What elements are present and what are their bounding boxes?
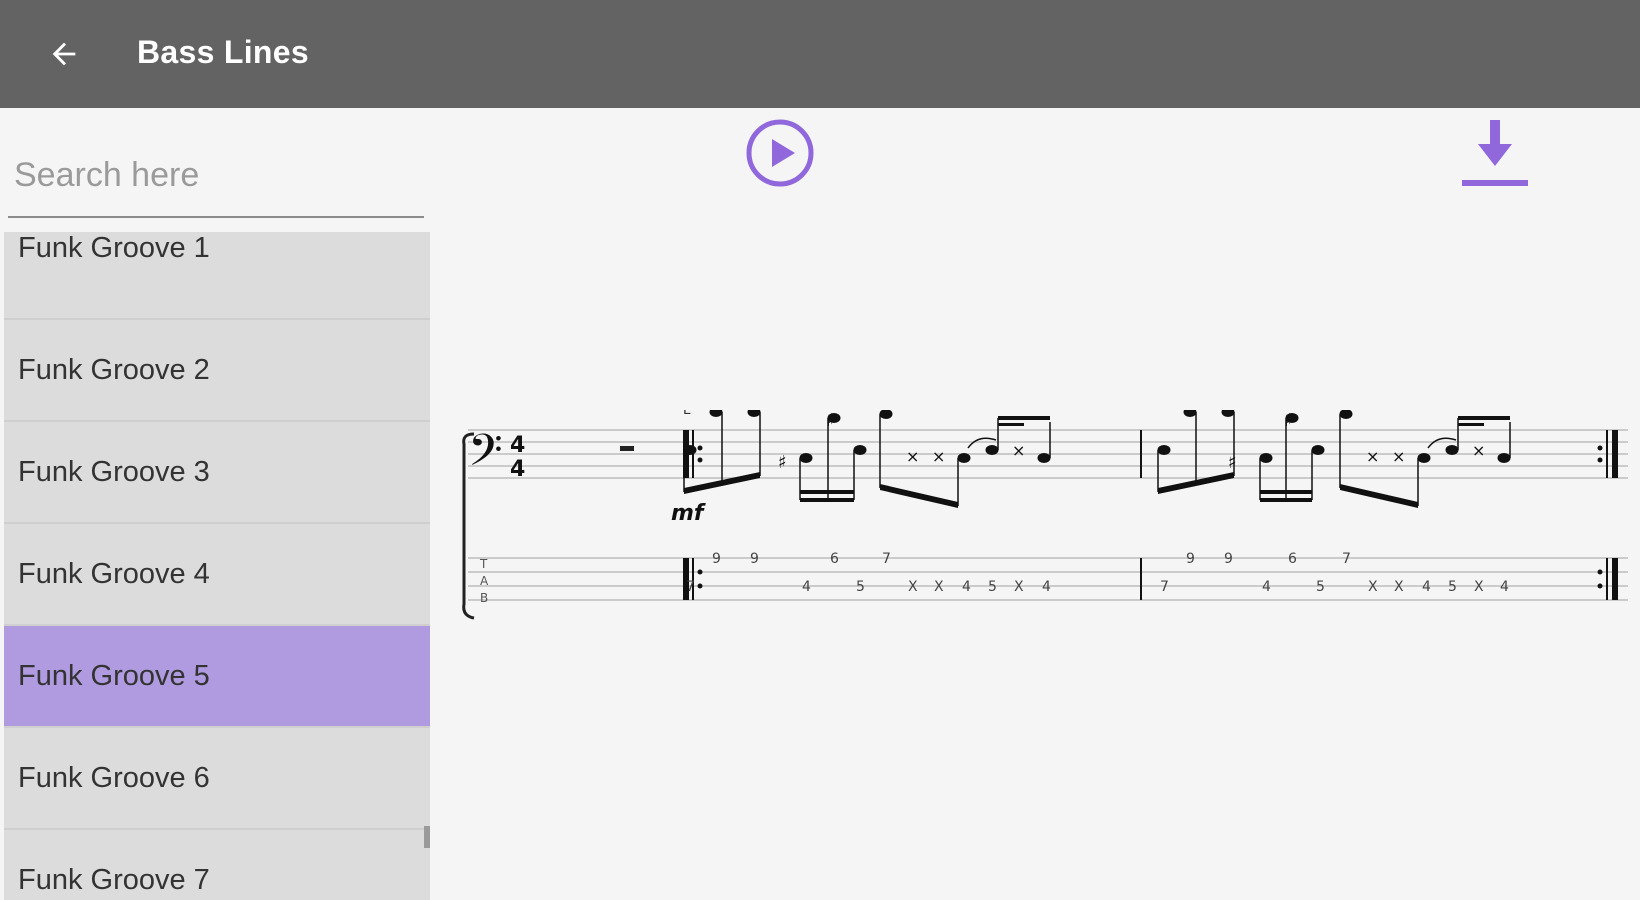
list-item-label: Funk Groove 1 [18, 232, 210, 264]
tab-number: X [1394, 579, 1404, 595]
svg-text:×: × [906, 447, 919, 466]
tab-number: 4 [1500, 579, 1509, 595]
tab-number: 4 [1042, 579, 1051, 595]
list-item[interactable]: Funk Groove 3 [4, 422, 430, 524]
list-item[interactable]: Funk Groove 6 [4, 728, 430, 830]
svg-text:×: × [1472, 441, 1485, 460]
notes-measure-2: ♯ ♯ × × × [1157, 410, 1511, 508]
tab-number: 5 [988, 579, 997, 595]
tab-number: X [934, 579, 944, 595]
svg-text:×: × [1366, 447, 1379, 466]
tab-number: 6 [1288, 551, 1297, 567]
repeat-end [1597, 430, 1618, 600]
tab-number: X [1474, 579, 1484, 595]
svg-text:×: × [1012, 441, 1025, 460]
search-input[interactable] [12, 146, 416, 204]
list-item-label: Funk Groove 4 [18, 558, 210, 590]
tab-number: 4 [962, 579, 971, 595]
list-item-selected[interactable]: Funk Groove 5 [4, 626, 430, 728]
time-signature-top: 4 [510, 433, 525, 458]
play-button[interactable] [745, 118, 815, 188]
page-title: Bass Lines [137, 34, 309, 70]
list-scrollbar[interactable] [424, 826, 430, 848]
list-item-label: Funk Groove 3 [18, 456, 210, 488]
list-item-label: Funk Groove 6 [18, 762, 210, 794]
tab-number: 5 [1448, 579, 1457, 595]
tab-number: 6 [830, 551, 839, 567]
tab-number: 9 [712, 551, 721, 567]
tab-number: 4 [1422, 579, 1431, 595]
play-circle-icon [746, 119, 814, 187]
notes-measure-1: ♯ ♯ × × × [683, 410, 1051, 508]
list-item[interactable]: Funk Groove 4 [4, 524, 430, 626]
app-bar: Bass Lines [0, 0, 1640, 108]
download-button[interactable] [1458, 116, 1532, 190]
barline [1140, 430, 1142, 600]
tab-number: 7 [686, 579, 695, 595]
search-box [8, 138, 424, 218]
svg-text:×: × [1392, 447, 1405, 466]
back-button[interactable] [40, 30, 88, 78]
download-icon [1462, 120, 1528, 186]
list-item[interactable]: Funk Groove 2 [4, 320, 430, 422]
tab-number: 7 [1342, 551, 1351, 567]
score-sheet: 𝄢 4 4 T A B E mf ♯ ♯ [462, 410, 1628, 620]
tab-label-a: A [480, 574, 489, 588]
tab-number: X [1014, 579, 1024, 595]
time-signature-bottom: 4 [510, 457, 525, 482]
arrow-left-icon [52, 42, 76, 66]
groove-list: Funk Groove 1 Funk Groove 2 Funk Groove … [4, 232, 430, 900]
sidebar: Funk Groove 1 Funk Groove 2 Funk Groove … [0, 108, 432, 900]
svg-text:×: × [932, 447, 945, 466]
list-item[interactable]: Funk Groove 7 [4, 830, 430, 900]
tab-number: 5 [856, 579, 865, 595]
list-item-label: Funk Groove 5 [18, 660, 210, 692]
tab-number: 7 [882, 551, 891, 567]
chord-label: E [683, 410, 691, 418]
tab-label-t: T [479, 557, 488, 571]
tab-number: X [1368, 579, 1378, 595]
tab-number: 7 [1160, 579, 1169, 595]
tab-number: 9 [1224, 551, 1233, 567]
tab-number: 9 [1186, 551, 1195, 567]
tab-number: X [908, 579, 918, 595]
list-item-label: Funk Groove 7 [18, 864, 210, 896]
list-item-label: Funk Groove 2 [18, 354, 210, 386]
list-item[interactable]: Funk Groove 1 [4, 232, 430, 320]
dynamic-marking: mf [671, 501, 706, 526]
bass-clef: 𝄢 [468, 424, 503, 487]
tab-number: 9 [750, 551, 759, 567]
rest [620, 446, 634, 451]
tab-number: 5 [1316, 579, 1325, 595]
svg-text:♯: ♯ [1228, 452, 1237, 473]
tab-number: 4 [802, 579, 811, 595]
tab-label-b: B [480, 591, 488, 605]
tab-number: 4 [1262, 579, 1271, 595]
svg-text:♯: ♯ [778, 452, 787, 473]
